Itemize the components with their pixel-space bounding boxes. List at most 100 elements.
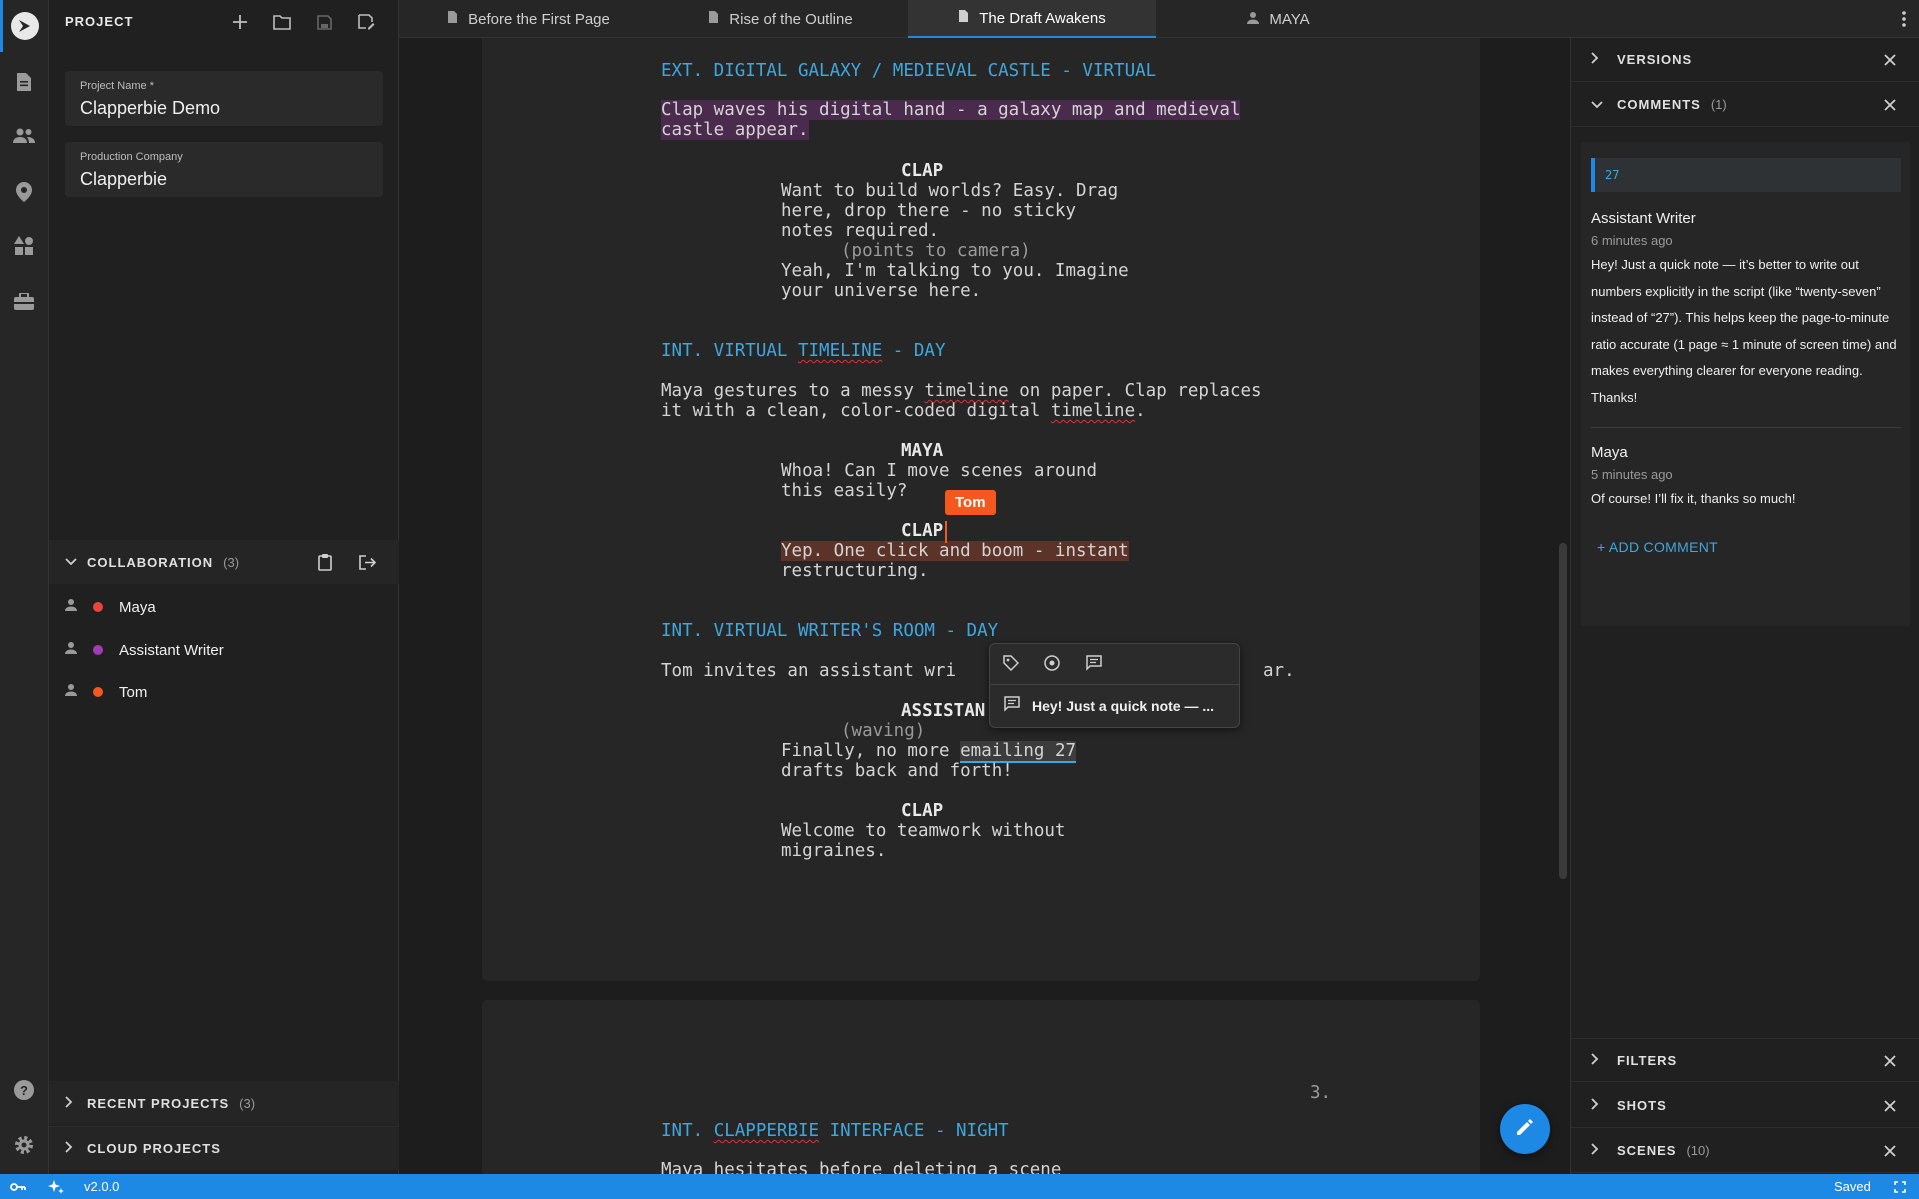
character-name[interactable]: CLAP: [901, 161, 943, 181]
status-bar: v2.0.0 Saved: [0, 1174, 1919, 1199]
comment-preview-row[interactable]: Hey! Just a quick note — ...: [1004, 696, 1214, 715]
project-name-field[interactable]: Project Name * Clapperbie Demo: [65, 71, 383, 126]
action-line[interactable]: Clap waves his digital hand - a galaxy m…: [661, 100, 1241, 120]
shapes-icon[interactable]: [12, 234, 36, 258]
filters-section-header[interactable]: FILTERS: [1571, 1038, 1919, 1082]
tab-maya[interactable]: MAYA: [1156, 0, 1401, 38]
dialogue-line[interactable]: this easily?: [781, 481, 907, 501]
add-comment-button[interactable]: + ADD COMMENT: [1597, 539, 1718, 555]
comment-author: Maya: [1591, 444, 1628, 461]
shot-icon[interactable]: [1041, 652, 1063, 674]
scene-heading[interactable]: EXT. DIGITAL GALAXY / MEDIEVAL CASTLE - …: [661, 61, 1156, 81]
open-folder-icon[interactable]: [272, 12, 292, 32]
action-line[interactable]: castle appear.: [661, 120, 809, 140]
comments-section-header[interactable]: COMMENTS (1): [1571, 83, 1919, 127]
comment-icon[interactable]: [1083, 652, 1105, 674]
cloud-projects-section-header[interactable]: CLOUD PROJECTS: [49, 1126, 399, 1170]
tab-before-the-first-page[interactable]: Before the First Page: [399, 0, 658, 38]
project-name-value: Clapperbie Demo: [80, 98, 221, 118]
editor-scrollbar[interactable]: [1559, 543, 1567, 879]
production-company-field[interactable]: Production Company Clapperbie: [65, 142, 383, 197]
dialogue-line[interactable]: Yeah, I'm talking to you. Imagine: [781, 261, 1129, 281]
fullscreen-icon[interactable]: [1891, 1178, 1909, 1196]
close-icon[interactable]: [1880, 1096, 1900, 1116]
people-icon[interactable]: [12, 124, 36, 148]
app-version: v2.0.0: [84, 1179, 120, 1194]
more-options-icon[interactable]: [1889, 0, 1919, 38]
scene-heading[interactable]: INT. VIRTUAL TIMELINE - DAY: [661, 341, 945, 361]
action-part: Maya gestures to a messy: [661, 381, 925, 401]
dialogue-line[interactable]: Want to build worlds? Easy. Drag: [781, 181, 1118, 201]
collaborator-name: Tom: [119, 683, 148, 701]
dialogue-line[interactable]: here, drop there - no sticky: [781, 201, 1076, 221]
collaborator-row[interactable]: Maya: [49, 586, 399, 628]
collaboration-section-header[interactable]: COLLABORATION (3): [49, 540, 399, 584]
tag-icon[interactable]: [1000, 652, 1022, 674]
dialogue-line[interactable]: Whoa! Can I move scenes around: [781, 461, 1097, 481]
versions-section-header[interactable]: VERSIONS: [1571, 38, 1919, 82]
dialogue-line[interactable]: drafts back and forth!: [781, 761, 1013, 781]
scenes-section-header[interactable]: SCENES (10): [1571, 1129, 1919, 1173]
save-icon[interactable]: [314, 12, 334, 32]
help-icon[interactable]: ?: [12, 1078, 36, 1102]
dialogue-line[interactable]: Finally, no more emailing 27: [781, 741, 1077, 763]
pencil-icon: [1515, 1117, 1535, 1142]
dialogue-line[interactable]: restructuring.: [781, 561, 929, 581]
chevron-right-icon: [65, 1095, 79, 1111]
scene-heading[interactable]: INT. VIRTUAL WRITER'S ROOM - DAY: [661, 621, 998, 641]
left-rail: ?: [0, 0, 49, 1174]
tab-rise-of-the-outline[interactable]: Rise of the Outline: [658, 0, 903, 38]
sparkle-icon[interactable]: [47, 1178, 65, 1196]
scene-heading[interactable]: INT. CLAPPERBIE INTERFACE - NIGHT: [661, 1121, 1009, 1141]
action-line[interactable]: Tom invites an assistant wri: [661, 661, 956, 681]
close-icon[interactable]: [1880, 50, 1900, 70]
action-line[interactable]: Maya gestures to a messy timeline on pap…: [661, 381, 1262, 401]
dialogue-line[interactable]: Yep. One click and boom - instant: [781, 541, 1129, 561]
character-name[interactable]: ASSISTAN: [901, 701, 985, 721]
close-icon[interactable]: [1880, 95, 1900, 115]
parenthetical[interactable]: (waving): [841, 721, 925, 741]
action-line-tail[interactable]: ar.: [1263, 661, 1295, 681]
action-line[interactable]: Maya hesitates before deleting a scene: [661, 1160, 1061, 1174]
dialogue-line[interactable]: your universe here.: [781, 281, 981, 301]
recent-projects-section-header[interactable]: RECENT PROJECTS (3): [49, 1081, 399, 1125]
shots-section-header[interactable]: SHOTS: [1571, 1084, 1919, 1128]
character-name[interactable]: CLAP: [901, 801, 943, 821]
add-icon[interactable]: [230, 12, 250, 32]
collaborator-row[interactable]: Assistant Writer: [49, 629, 399, 671]
leave-session-icon[interactable]: [357, 552, 377, 572]
save-as-icon[interactable]: [356, 12, 376, 32]
close-icon[interactable]: [1880, 1141, 1900, 1161]
chevron-right-icon: [1591, 1143, 1605, 1158]
app-logo[interactable]: [0, 0, 49, 52]
parenthetical[interactable]: (points to camera): [841, 241, 1031, 261]
script-editor[interactable]: EXT. DIGITAL GALAXY / MEDIEVAL CASTLE - …: [399, 38, 1570, 1174]
dialogue-line[interactable]: notes required.: [781, 221, 939, 241]
character-name[interactable]: MAYA: [901, 441, 943, 461]
close-icon[interactable]: [1880, 1051, 1900, 1071]
toolbox-icon[interactable]: [12, 290, 36, 314]
tab-label: Before the First Page: [468, 10, 610, 28]
document-icon[interactable]: [12, 70, 36, 94]
comment-time: 5 minutes ago: [1591, 467, 1673, 482]
settings-gear-icon[interactable]: [12, 1133, 36, 1157]
action-part: timeline: [924, 381, 1009, 401]
chevron-right-icon: [65, 1141, 79, 1156]
dialogue-line[interactable]: Welcome to teamwork without: [781, 821, 1065, 841]
commented-text[interactable]: emailing 27: [960, 741, 1077, 763]
presence-dot: [93, 645, 103, 655]
tab-the-draft-awakens[interactable]: The Draft Awakens: [908, 0, 1156, 38]
document-icon: [708, 10, 719, 28]
comment-text: Of course! I’ll fix it, thanks so much!: [1591, 491, 1796, 506]
key-icon[interactable]: [9, 1178, 27, 1196]
location-pin-icon[interactable]: [12, 180, 36, 204]
clipboard-icon[interactable]: [315, 552, 335, 572]
character-name[interactable]: CLAP: [901, 521, 943, 541]
collaborator-row[interactable]: Tom: [49, 671, 399, 713]
logo-icon: [10, 12, 39, 40]
dialogue-line[interactable]: migraines.: [781, 841, 886, 861]
collaboration-title: COLLABORATION: [87, 554, 214, 570]
quoted-text[interactable]: 27: [1591, 158, 1901, 192]
action-line[interactable]: it with a clean, color-coded digital tim…: [661, 401, 1146, 421]
edit-fab-button[interactable]: [1500, 1104, 1550, 1154]
